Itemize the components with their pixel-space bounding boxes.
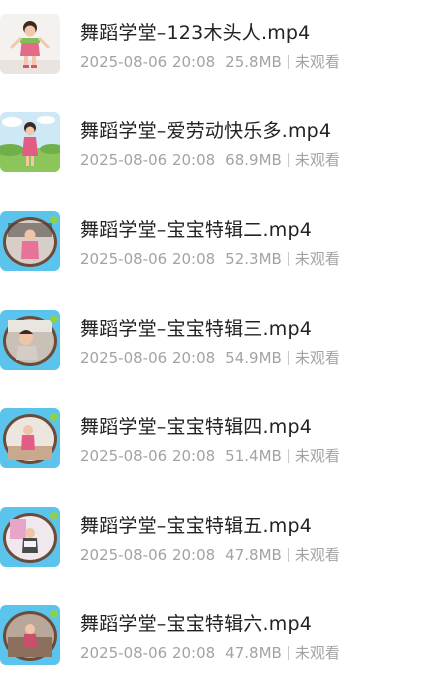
file-meta: 2025-08-06 20:08 47.8MB 未观看 (80, 544, 340, 565)
file-date: 2025-08-06 20:08 (80, 644, 216, 662)
meta-divider (287, 646, 289, 660)
file-size: 25.8MB (225, 53, 282, 71)
file-meta: 2025-08-06 20:08 47.8MB 未观看 (80, 642, 340, 663)
watch-status: 未观看 (294, 546, 340, 564)
meta-divider (287, 351, 289, 365)
file-size: 68.9MB (225, 151, 282, 169)
file-name: 舞蹈学堂–123木头人.mp4 (80, 22, 311, 44)
watch-status: 未观看 (294, 151, 340, 169)
file-size: 47.8MB (225, 644, 282, 662)
file-row[interactable]: 舞蹈学堂–宝宝特辑四.mp4 2025-08-06 20:08 51.4MB 未观看 (0, 394, 446, 492)
file-row[interactable]: 舞蹈学堂–宝宝特辑二.mp4 2025-08-06 20:08 52.3MB 未观看 (0, 197, 446, 295)
file-size: 47.8MB (225, 546, 282, 564)
child-in-frame-thumbnail (0, 605, 60, 665)
meta-divider (287, 449, 289, 463)
file-meta: 2025-08-06 20:08 52.3MB 未观看 (80, 248, 340, 269)
file-row[interactable]: 舞蹈学堂–爱劳动快乐多.mp4 2025-08-06 20:08 68.9MB 未观… (0, 98, 446, 196)
file-list: 舞蹈学堂–123木头人.mp4 2025-08-06 20:08 25.8MB 未观… (0, 0, 446, 693)
file-row[interactable]: 舞蹈学堂–宝宝特辑三.mp4 2025-08-06 20:08 54.9MB 未观看 (0, 296, 446, 394)
file-size: 54.9MB (225, 349, 282, 367)
meta-divider (287, 252, 289, 266)
meta-divider (287, 153, 289, 167)
watch-status: 未观看 (294, 447, 340, 465)
watch-status: 未观看 (294, 349, 340, 367)
file-date: 2025-08-06 20:08 (80, 349, 216, 367)
file-date: 2025-08-06 20:08 (80, 53, 216, 71)
file-meta: 2025-08-06 20:08 51.4MB 未观看 (80, 445, 340, 466)
watch-status: 未观看 (294, 53, 340, 71)
file-name: 舞蹈学堂–宝宝特辑三.mp4 (80, 318, 312, 340)
file-meta: 2025-08-06 20:08 54.9MB 未观看 (80, 347, 340, 368)
meta-divider (287, 55, 289, 69)
child-in-frame-thumbnail (0, 310, 60, 370)
file-meta: 2025-08-06 20:08 25.8MB 未观看 (80, 51, 340, 72)
child-in-frame-thumbnail (0, 408, 60, 468)
file-row[interactable]: 舞蹈学堂–宝宝特辑五.mp4 2025-08-06 20:08 47.8MB 未观看 (0, 493, 446, 591)
file-size: 51.4MB (225, 447, 282, 465)
file-date: 2025-08-06 20:08 (80, 447, 216, 465)
child-in-frame-thumbnail (0, 507, 60, 567)
watch-status: 未观看 (294, 250, 340, 268)
file-meta: 2025-08-06 20:08 68.9MB 未观看 (80, 149, 340, 170)
file-name: 舞蹈学堂–宝宝特辑四.mp4 (80, 416, 312, 438)
file-row[interactable]: 舞蹈学堂–宝宝特辑六.mp4 2025-08-06 20:08 47.8MB 未观看 (0, 591, 446, 689)
file-name: 舞蹈学堂–爱劳动快乐多.mp4 (80, 120, 332, 142)
file-name: 舞蹈学堂–宝宝特辑六.mp4 (80, 613, 312, 635)
girl-in-meadow-thumbnail (0, 112, 60, 172)
child-in-frame-thumbnail (0, 211, 60, 271)
file-row[interactable]: 舞蹈学堂–123木头人.mp4 2025-08-06 20:08 25.8MB 未观… (0, 0, 446, 98)
file-size: 52.3MB (225, 250, 282, 268)
file-date: 2025-08-06 20:08 (80, 151, 216, 169)
girl-in-pink-thumbnail (0, 14, 60, 74)
file-name: 舞蹈学堂–宝宝特辑二.mp4 (80, 219, 312, 241)
watch-status: 未观看 (294, 644, 340, 662)
file-date: 2025-08-06 20:08 (80, 250, 216, 268)
file-date: 2025-08-06 20:08 (80, 546, 216, 564)
file-name: 舞蹈学堂–宝宝特辑五.mp4 (80, 515, 312, 537)
meta-divider (287, 548, 289, 562)
